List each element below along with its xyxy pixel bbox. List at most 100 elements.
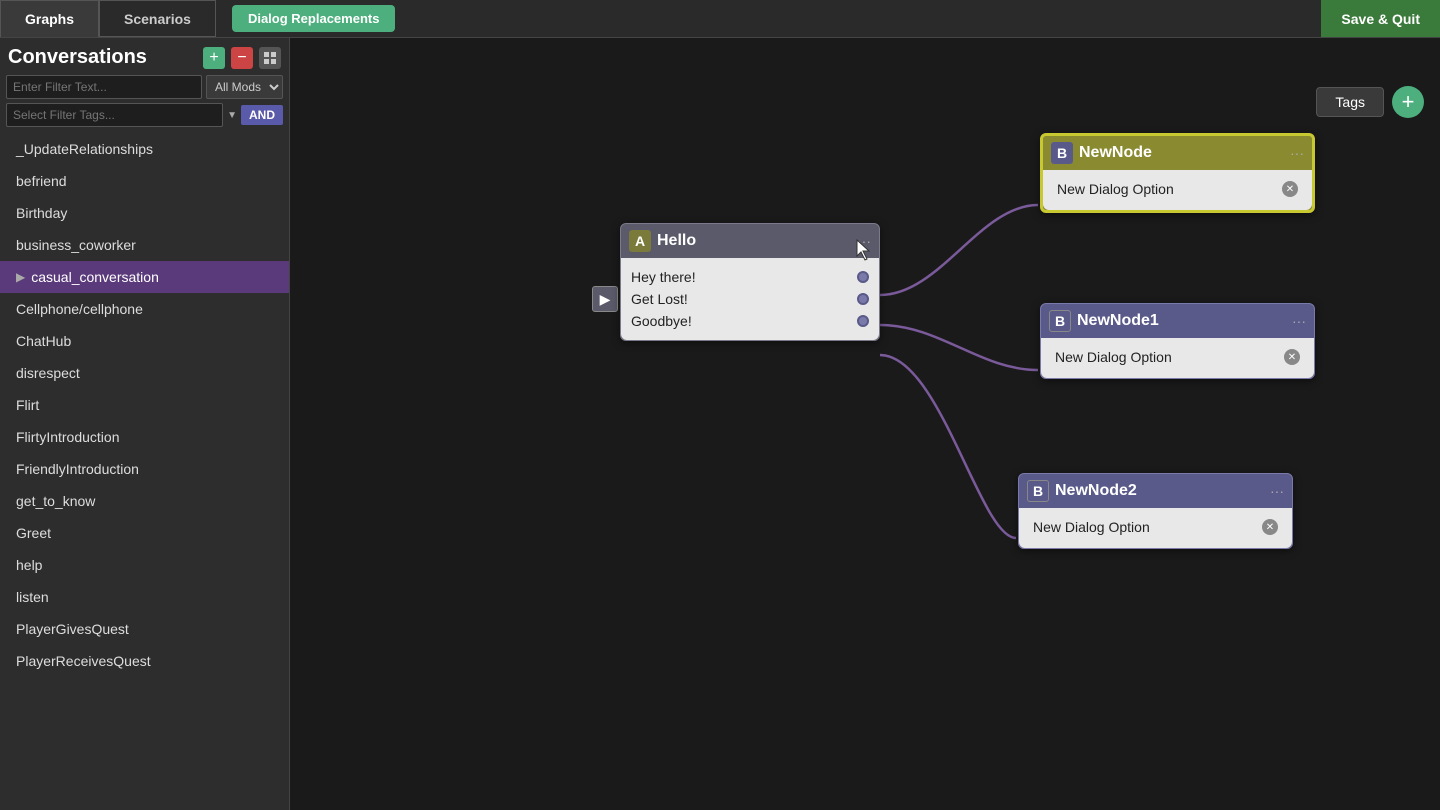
node-newnode2-title: NewNode2 (1055, 482, 1264, 500)
node-newnode1-letter: B (1049, 310, 1071, 332)
dialog-option-row: Hey there! (631, 266, 869, 288)
sidebar-item-listen[interactable]: listen (0, 581, 289, 613)
dialog-option-connector[interactable] (857, 271, 869, 283)
sidebar-item-label: business_coworker (16, 237, 136, 253)
dialog-option-connector[interactable] (857, 293, 869, 305)
dialog-option-row-2: New Dialog Option ✕ (1029, 516, 1282, 538)
sidebar-item-_updaterelationships[interactable]: _UpdateRelationships (0, 133, 289, 165)
sidebar-item-label: help (16, 557, 42, 573)
filter-input[interactable] (6, 75, 202, 99)
sidebar-item-friendlyintroduction[interactable]: FriendlyIntroduction (0, 453, 289, 485)
dialog-option-row-1: New Dialog Option ✕ (1051, 346, 1304, 368)
close-dialog-option1-button[interactable]: ✕ (1284, 349, 1300, 365)
sidebar-item-befriend[interactable]: befriend (0, 165, 289, 197)
node-newnode2-body: New Dialog Option ✕ (1019, 508, 1292, 548)
node-hello-menu[interactable]: ··· (857, 233, 871, 249)
sidebar-item-label: PlayerReceivesQuest (16, 653, 151, 669)
sidebar-header: Conversations + − (0, 38, 289, 73)
sidebar-item-disrespect[interactable]: disrespect (0, 357, 289, 389)
tab-graphs[interactable]: Graphs (0, 0, 99, 37)
sidebar-item-label: ChatHub (16, 333, 71, 349)
sidebar-item-business_coworker[interactable]: business_coworker (0, 229, 289, 261)
dialog-option-label: Hey there! (631, 269, 696, 285)
sidebar-title: Conversations (8, 46, 197, 69)
node-hello-header: A Hello ··· (621, 224, 879, 258)
new-dialog-option2-text: New Dialog Option (1033, 519, 1258, 535)
tags-area: Tags + (1316, 86, 1424, 118)
sidebar-item-label: PlayerGivesQuest (16, 621, 129, 637)
node-newnode-letter: B (1051, 142, 1073, 164)
add-conversation-button[interactable]: + (203, 47, 225, 69)
tags-button[interactable]: Tags (1316, 87, 1384, 117)
sidebar-item-label: casual_conversation (31, 269, 159, 285)
sidebar-item-label: _UpdateRelationships (16, 141, 153, 157)
node-newnode2-letter: B (1027, 480, 1049, 502)
new-dialog-option-text: New Dialog Option (1057, 181, 1278, 197)
filter-row: All Mods (0, 73, 289, 101)
tags-filter-input[interactable] (6, 103, 223, 127)
dialog-option-label: Goodbye! (631, 313, 692, 329)
close-dialog-option-button[interactable]: ✕ (1282, 181, 1298, 197)
sidebar-item-label: get_to_know (16, 493, 95, 509)
node-newnode1[interactable]: B NewNode1 ··· New Dialog Option ✕ (1040, 303, 1315, 379)
sidebar-item-label: Cellphone/cellphone (16, 301, 143, 317)
sidebar-item-label: Birthday (16, 205, 67, 221)
remove-conversation-button[interactable]: − (231, 47, 253, 69)
node-newnode1-body: New Dialog Option ✕ (1041, 338, 1314, 378)
close-dialog-option2-button[interactable]: ✕ (1262, 519, 1278, 535)
sidebar-item-get_to_know[interactable]: get_to_know (0, 485, 289, 517)
sidebar-item-casual_conversation[interactable]: ▶ casual_conversation (0, 261, 289, 293)
node-newnode2-header: B NewNode2 ··· (1019, 474, 1292, 508)
sidebar-item-label: disrespect (16, 365, 80, 381)
node-newnode1-header: B NewNode1 ··· (1041, 304, 1314, 338)
sidebar-item-label: Flirt (16, 397, 39, 413)
sidebar-item-birthday[interactable]: Birthday (0, 197, 289, 229)
node-hello[interactable]: A Hello ··· Hey there! Get Lost! Goodbye! (620, 223, 880, 341)
sidebar-item-help[interactable]: help (0, 549, 289, 581)
node-newnode-menu[interactable]: ··· (1290, 145, 1304, 161)
tab-graphs-label: Graphs (25, 11, 74, 27)
main-canvas[interactable]: Tags + ▶ A Hello ··· Hey there! Get Lost!… (290, 38, 1440, 810)
sidebar-item-greet[interactable]: Greet (0, 517, 289, 549)
top-bar: Graphs Scenarios Dialog Replacements Sav… (0, 0, 1440, 38)
sidebar-item-label: listen (16, 589, 49, 605)
sidebar-item-playerreceivesquest[interactable]: PlayerReceivesQuest (0, 645, 289, 677)
sidebar-item-flirtyintroduction[interactable]: FlirtyIntroduction (0, 421, 289, 453)
tags-add-button[interactable]: + (1392, 86, 1424, 118)
node-newnode2[interactable]: B NewNode2 ··· New Dialog Option ✕ (1018, 473, 1293, 549)
dialog-option-label: Get Lost! (631, 291, 688, 307)
node-newnode2-menu[interactable]: ··· (1270, 483, 1284, 499)
sidebar-item-playergivesquest[interactable]: PlayerGivesQuest (0, 613, 289, 645)
tags-filter-row: ▼ AND (0, 101, 289, 129)
and-button[interactable]: AND (241, 105, 283, 125)
node-newnode-header: B NewNode ··· (1043, 136, 1312, 170)
sidebar: Conversations + − All Mods ▼ AND _Update… (0, 38, 290, 810)
node-hello-title: Hello (657, 232, 851, 250)
active-arrow-icon: ▶ (16, 270, 25, 284)
dialog-option-row: Goodbye! (631, 310, 869, 332)
sidebar-item-chathub[interactable]: ChatHub (0, 325, 289, 357)
new-dialog-option1-text: New Dialog Option (1055, 349, 1280, 365)
node-newnode1-menu[interactable]: ··· (1292, 313, 1306, 329)
save-quit-button[interactable]: Save & Quit (1321, 0, 1440, 37)
tags-dropdown-icon: ▼ (227, 110, 237, 121)
dialog-replacements-button[interactable]: Dialog Replacements (232, 5, 396, 32)
dialog-option-row: Get Lost! (631, 288, 869, 310)
sidebar-item-label: befriend (16, 173, 67, 189)
sidebar-item-label: Greet (16, 525, 51, 541)
dialog-option-row: New Dialog Option ✕ (1053, 178, 1302, 200)
sidebar-item-label: FriendlyIntroduction (16, 461, 139, 477)
node-hello-body: Hey there! Get Lost! Goodbye! (621, 258, 879, 340)
sidebar-item-cellphone_cellphone[interactable]: Cellphone/cellphone (0, 293, 289, 325)
dialog-option-connector[interactable] (857, 315, 869, 327)
tab-scenarios[interactable]: Scenarios (99, 0, 216, 37)
tab-scenarios-label: Scenarios (124, 11, 191, 27)
mods-select[interactable]: All Mods (206, 75, 283, 99)
play-button[interactable]: ▶ (592, 286, 618, 312)
sidebar-item-label: FlirtyIntroduction (16, 429, 119, 445)
sidebar-item-flirt[interactable]: Flirt (0, 389, 289, 421)
grid-view-button[interactable] (259, 47, 281, 69)
node-newnode-title: NewNode (1079, 144, 1284, 162)
node-newnode[interactable]: B NewNode ··· New Dialog Option ✕ (1040, 133, 1315, 213)
node-newnode-body: New Dialog Option ✕ (1043, 170, 1312, 210)
